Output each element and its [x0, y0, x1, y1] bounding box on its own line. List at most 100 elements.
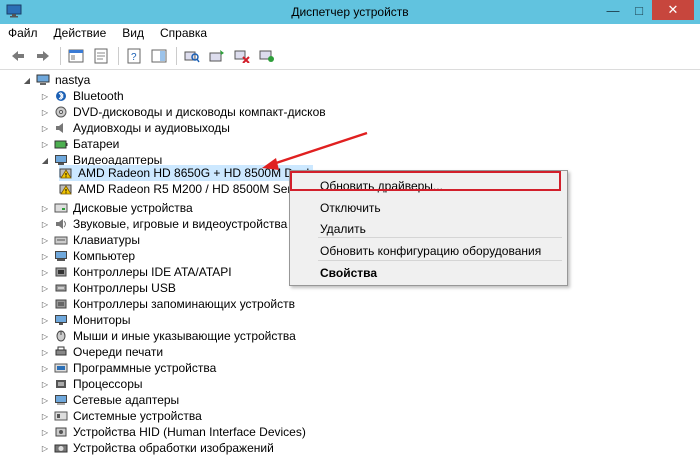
expand-arrow-icon[interactable]: ▷ [40, 444, 50, 453]
expand-arrow-icon[interactable]: ▷ [40, 316, 50, 325]
tree-root[interactable]: ◢ nastya [22, 72, 90, 88]
video-device-label: AMD Radeon R5 M200 / HD 8500M Series [78, 182, 307, 196]
properties-toolbar-button[interactable] [91, 46, 111, 66]
ide-controller-icon [55, 267, 67, 277]
category-label: Системные устройства [73, 409, 202, 423]
tree-category[interactable]: ▷ DVD-дисководы и дисководы компакт-диско… [40, 104, 326, 120]
minimize-icon: — [606, 2, 620, 18]
scan-hardware-icon [184, 51, 200, 62]
expand-arrow-icon[interactable]: ▷ [40, 268, 50, 277]
expand-arrow-icon[interactable]: ▷ [40, 284, 50, 293]
tree-category[interactable]: ▷ Bluetooth [40, 88, 124, 104]
update-driver-icon [209, 49, 224, 61]
expand-arrow-icon[interactable]: ▷ [40, 300, 50, 309]
processor-icon [56, 380, 66, 388]
expand-arrow-icon[interactable]: ▷ [40, 124, 50, 133]
tree-category[interactable]: ▷ Устройства обработки изображений [40, 440, 274, 456]
tree-category[interactable]: ▷ Аудиовходы и аудиовыходы [40, 120, 230, 136]
category-label: Звуковые, игровые и видеоустройства [73, 217, 288, 231]
tree-category[interactable]: ▷ Клавиатуры [40, 232, 140, 248]
expand-arrow-icon[interactable]: ▷ [40, 428, 50, 437]
delete-item[interactable]: Удалить [320, 222, 366, 236]
category-label: Мыши и иные указывающие устройства [73, 329, 296, 343]
audio-io-icon [56, 123, 63, 133]
toolbar-separator [176, 46, 177, 65]
update-driver-button[interactable] [207, 46, 227, 66]
tree-category[interactable]: ▷ Сетевые адаптеры [40, 392, 179, 408]
disable-item[interactable]: Отключить [320, 201, 381, 215]
tree-category[interactable]: ▷ Системные устройства [40, 408, 202, 424]
hid-device-icon [55, 427, 67, 437]
pane-icon [151, 49, 167, 62]
window-title: Диспетчер устройств [291, 5, 409, 19]
video-device-amd-8650g[interactable]: AMD Radeon HD 8650G + HD 8500M Dual [59, 165, 314, 181]
maximize-button[interactable]: □ [626, 0, 652, 20]
expand-arrow-icon[interactable]: ▷ [40, 108, 50, 117]
network-adapter-icon [55, 395, 67, 405]
svg-text:?: ? [131, 52, 137, 63]
back-button[interactable] [8, 46, 28, 66]
tree-category[interactable]: ▷ Компьютер [40, 248, 135, 264]
menu-help[interactable]: Справка [152, 26, 215, 40]
forward-button[interactable] [33, 46, 53, 66]
category-label: Процессоры [73, 377, 143, 391]
battery-icon [54, 140, 68, 149]
bluetooth-icon [56, 91, 66, 101]
tree-category[interactable]: ▷ Устройства HID (Human Interface Devices… [40, 424, 306, 440]
expand-arrow-icon[interactable]: ▷ [40, 140, 50, 149]
uninstall-device-icon [234, 50, 250, 63]
menu-file[interactable]: Файл [0, 26, 46, 40]
expand-arrow-icon[interactable]: ▷ [40, 92, 50, 101]
category-label: Устройства HID (Human Interface Devices) [73, 425, 306, 439]
menu-bar: Файл Действие Вид Справка [0, 24, 700, 42]
console-tree-icon [68, 49, 84, 62]
tree-category[interactable]: ▷ Контроллеры USB [40, 280, 176, 296]
tree-category[interactable]: ▷ Очереди печати [40, 344, 163, 360]
expand-arrow-icon[interactable]: ▷ [40, 380, 50, 389]
properties-item[interactable]: Свойства [320, 266, 377, 280]
warning-icon [59, 168, 72, 179]
expand-arrow-icon[interactable]: ▷ [40, 364, 50, 373]
scan-hardware-item[interactable]: Обновить конфигурацию оборудования [320, 244, 541, 258]
enable-device-button[interactable] [257, 46, 277, 66]
tree-category[interactable]: ▷ Мыши и иные указывающие устройства [40, 328, 296, 344]
expand-arrow-icon[interactable]: ▷ [40, 332, 50, 341]
tree-category[interactable]: ▷ Программные устройства [40, 360, 216, 376]
video-device-amd-r5[interactable]: AMD Radeon R5 M200 / HD 8500M Series [59, 181, 307, 197]
category-label: Контроллеры запоминающих устройств [73, 297, 295, 311]
tree-category[interactable]: ▷ Дисковые устройства [40, 200, 193, 216]
tree-category[interactable]: ▷ Батареи [40, 136, 119, 152]
usb-controller-icon [55, 284, 67, 292]
help-toolbar-button[interactable]: ? [124, 46, 144, 66]
expand-arrow-icon[interactable]: ▷ [40, 220, 50, 229]
tree-category[interactable]: ▷ Звуковые, игровые и видеоустройства [40, 216, 287, 232]
menu-action[interactable]: Действие [46, 26, 115, 40]
uninstall-device-button[interactable] [232, 46, 252, 66]
expand-arrow-icon[interactable]: ▷ [40, 396, 50, 405]
minimize-button[interactable]: — [600, 0, 626, 20]
warning-icon [59, 184, 72, 195]
tree-category[interactable]: ▷ Мониторы [40, 312, 131, 328]
expand-arrow-icon[interactable]: ▷ [40, 236, 50, 245]
scan-hardware-button[interactable] [182, 46, 202, 66]
category-label: DVD-дисководы и дисководы компакт-дисков [73, 105, 326, 119]
monitor-icon [55, 315, 67, 325]
keyboard-icon [54, 236, 68, 245]
category-label: Контроллеры USB [73, 281, 176, 295]
expand-arrow-icon[interactable]: ▷ [40, 204, 50, 213]
action-pane-button[interactable] [149, 46, 169, 66]
title-bar: Диспетчер устройств — □ ✕ [0, 0, 700, 24]
collapse-arrow-icon[interactable]: ◢ [22, 76, 32, 85]
tree-category[interactable]: ▷ Процессоры [40, 376, 143, 392]
collapse-arrow-icon[interactable]: ◢ [40, 156, 50, 165]
tree-category[interactable]: ▷ Контроллеры запоминающих устройств [40, 296, 295, 312]
show-hide-tree-button[interactable] [66, 46, 86, 66]
close-button[interactable]: ✕ [652, 0, 694, 20]
expand-arrow-icon[interactable]: ▷ [40, 252, 50, 261]
menu-view[interactable]: Вид [114, 26, 152, 40]
category-label: Сетевые адаптеры [73, 393, 180, 407]
tree-category[interactable]: ▷ Контроллеры IDE ATA/ATAPI [40, 264, 232, 280]
expand-arrow-icon[interactable]: ▷ [40, 412, 50, 421]
expand-arrow-icon[interactable]: ▷ [40, 348, 50, 357]
category-label: Компьютер [73, 249, 136, 263]
